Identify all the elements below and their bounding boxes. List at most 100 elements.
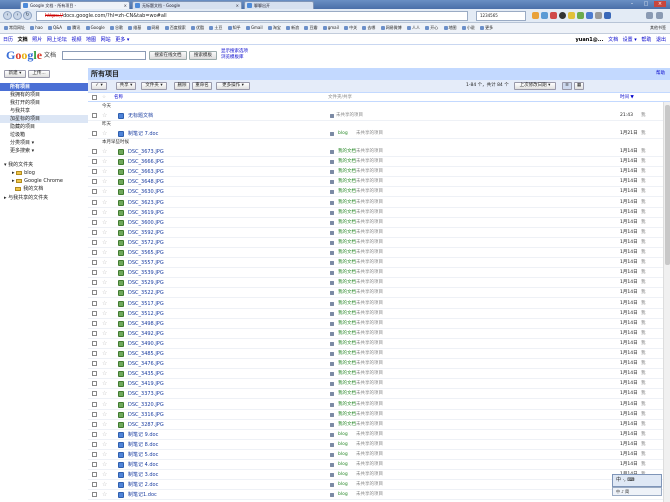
table-row[interactable]: ☆ DSC_3663.JPG 我的文档 未共享的项目 1月14日我 bbox=[88, 167, 670, 178]
file-name-link[interactable]: DSC_3492.JPG bbox=[128, 329, 164, 339]
select-all-checkbox[interactable] bbox=[92, 95, 97, 100]
folder-label[interactable]: 我的文档 bbox=[338, 198, 356, 208]
file-name-link[interactable]: DSC_3630.JPG bbox=[128, 187, 164, 197]
gbar-link[interactable]: 网站 bbox=[101, 35, 111, 45]
file-name-link[interactable]: DSC_3522.JPG bbox=[128, 288, 164, 298]
extension-icon[interactable] bbox=[586, 12, 593, 19]
star-icon[interactable]: ☆ bbox=[102, 157, 107, 167]
table-row[interactable]: ☆ DSC_3490.JPG 我的文档 未共享的项目 1月14日我 bbox=[88, 339, 670, 349]
folder-label[interactable]: 我的文档 bbox=[338, 167, 356, 177]
row-checkbox[interactable] bbox=[92, 462, 97, 468]
share-button[interactable]: 共享 ▾ bbox=[116, 82, 136, 90]
folder-label[interactable]: blog bbox=[338, 470, 348, 480]
row-checkbox[interactable] bbox=[92, 260, 97, 266]
row-checkbox[interactable] bbox=[92, 290, 97, 296]
bookmark-item[interactable]: 谷歌 bbox=[110, 23, 123, 33]
row-checkbox[interactable] bbox=[92, 229, 97, 235]
row-checkbox[interactable] bbox=[92, 340, 97, 346]
browser-tab-untitled[interactable]: 无标题文档 - Google × bbox=[132, 1, 242, 9]
file-name-link[interactable]: DSC_3320.JPG bbox=[128, 400, 164, 410]
bookmark-item[interactable]: Google bbox=[86, 23, 105, 33]
folder-label[interactable]: blog bbox=[338, 480, 348, 490]
folder-label[interactable]: 我的文档 bbox=[338, 379, 356, 389]
folder-label[interactable]: 我的文档 bbox=[338, 147, 356, 157]
table-row[interactable]: ☆ 制笔记 5.doc blog 未共享的项目 1月14日我 bbox=[88, 450, 670, 460]
row-checkbox[interactable] bbox=[92, 209, 97, 215]
file-name-link[interactable]: DSC_3592.JPG bbox=[128, 228, 164, 238]
table-row[interactable]: ☆ 制笔记 4.doc blog 未共享的项目 1月14日我 bbox=[88, 460, 670, 471]
table-row[interactable]: ☆ DSC_3648.JPG 我的文档 未共享的项目 1月14日我 bbox=[88, 177, 670, 188]
table-row[interactable]: ☆ DSC_3498.JPG 我的文档 未共享的项目 1月14日我 bbox=[88, 319, 670, 329]
tab-close-icon[interactable]: × bbox=[236, 2, 239, 9]
more-actions-button[interactable]: 更多操作 ▾ bbox=[216, 82, 250, 90]
address-bar[interactable]: https://docs.google.com/?hl=zh-CN&tab=wo… bbox=[36, 11, 468, 21]
select-dropdown[interactable]: ✓ ▾ bbox=[91, 82, 107, 90]
row-checkbox[interactable] bbox=[92, 401, 97, 407]
file-name-link[interactable]: DSC_3673.JPG bbox=[128, 147, 164, 157]
row-checkbox[interactable] bbox=[92, 219, 97, 225]
folder-label[interactable]: 我的文档 bbox=[338, 329, 356, 339]
table-row[interactable]: ☆制笔记 2.docblog未共享的项目1月14日我 bbox=[88, 480, 670, 491]
table-row[interactable]: ☆ DSC_3316.JPG 我的文档 未共享的项目 1月14日我 bbox=[88, 410, 670, 420]
table-row[interactable]: ☆ DSC_3623.JPG 我的文档 未共享的项目 1月14日我 bbox=[88, 198, 670, 208]
star-icon[interactable]: ☆ bbox=[102, 490, 107, 500]
row-checkbox[interactable] bbox=[92, 351, 97, 356]
star-icon[interactable]: ☆ bbox=[102, 288, 107, 298]
extension-icon[interactable] bbox=[577, 12, 584, 19]
star-icon[interactable]: ☆ bbox=[102, 218, 107, 228]
star-icon[interactable]: ☆ bbox=[102, 208, 107, 218]
row-checkbox[interactable] bbox=[92, 310, 97, 316]
extension-icon[interactable] bbox=[604, 12, 611, 19]
table-row[interactable]: ☆ DSC_3592.JPG 我的文档 未共享的项目 1月14日我 bbox=[88, 228, 670, 238]
gbar-link[interactable]: 视频 bbox=[71, 35, 81, 45]
star-icon[interactable]: ☆ bbox=[102, 248, 107, 258]
star-icon[interactable]: ☆ bbox=[102, 268, 107, 278]
star-icon[interactable]: ☆ bbox=[102, 278, 107, 288]
row-checkbox[interactable] bbox=[92, 492, 97, 498]
file-name-link[interactable]: DSC_3485.JPG bbox=[128, 349, 164, 359]
user-link[interactable]: 文档 bbox=[608, 37, 618, 43]
table-row[interactable]: ☆ DSC_3619.JPG 我的文档 未共享的项目 1月14日我 bbox=[88, 208, 670, 218]
star-icon[interactable]: ☆ bbox=[102, 349, 107, 359]
extension-icon[interactable] bbox=[550, 12, 557, 19]
folder-label[interactable]: 我的文档 bbox=[338, 319, 356, 329]
star-icon[interactable]: ☆ bbox=[102, 369, 107, 379]
user-icon[interactable] bbox=[559, 12, 566, 19]
folder-blog[interactable]: ▸ blog bbox=[12, 169, 35, 177]
folder-label[interactable]: 我的文档 bbox=[338, 177, 356, 187]
folder-label[interactable]: blog bbox=[338, 490, 348, 500]
folder-label[interactable]: 我的文档 bbox=[338, 369, 356, 379]
reload-icon[interactable]: ↻ bbox=[23, 11, 32, 20]
file-name-link[interactable]: DSC_3435.JPG bbox=[128, 369, 164, 379]
file-name-link[interactable]: DSC_3498.JPG bbox=[128, 319, 164, 329]
bookmark-item[interactable]: Gmail bbox=[246, 23, 263, 33]
file-name-link[interactable]: DSC_3419.JPG bbox=[128, 379, 164, 389]
star-icon[interactable]: ☆ bbox=[102, 440, 107, 450]
sidebar-item-more-searches[interactable]: 更多搜索 ▾ bbox=[0, 147, 88, 155]
star-icon[interactable]: ☆ bbox=[102, 111, 107, 121]
star-icon[interactable]: ☆ bbox=[102, 258, 107, 268]
star-icon[interactable]: ☆ bbox=[102, 379, 107, 389]
table-row[interactable]: ☆ DSC_3600.JPG 我的文档 未共享的项目 1月14日我 bbox=[88, 218, 670, 228]
name-column-header[interactable]: 名称 bbox=[114, 93, 123, 102]
row-checkbox[interactable] bbox=[92, 361, 97, 367]
folder-label[interactable]: 我的文档 bbox=[338, 258, 356, 268]
file-name-link[interactable]: DSC_3490.JPG bbox=[128, 339, 164, 349]
folder-label[interactable]: blog bbox=[338, 460, 348, 470]
table-row[interactable]: ☆制笔记1.docblog未共享的项目1月14日我 bbox=[88, 490, 670, 501]
table-row[interactable]: ☆ DSC_3512.JPG 我的文档 未共享的项目 1月14日我 bbox=[88, 309, 670, 319]
docs-search-input[interactable] bbox=[62, 51, 146, 60]
file-name-link[interactable]: 制笔记 5.doc bbox=[128, 450, 158, 460]
table-row[interactable]: ☆ DSC_3666.JPG 我的文档 未共享的项目 1月14日我 bbox=[88, 157, 670, 168]
file-name-link[interactable]: 制笔记 4.doc bbox=[128, 460, 158, 470]
ime-status[interactable]: 中 ♪ 简 bbox=[612, 487, 662, 496]
file-name-link[interactable]: 制笔记 8.doc bbox=[128, 440, 158, 450]
row-checkbox[interactable] bbox=[92, 431, 97, 437]
row-checkbox[interactable] bbox=[92, 411, 97, 417]
row-checkbox[interactable] bbox=[92, 169, 97, 175]
row-checkbox[interactable] bbox=[92, 452, 97, 457]
table-row[interactable]: ☆ 制笔记 8.doc blog 未共享的项目 1月14日我 bbox=[88, 440, 670, 450]
row-checkbox[interactable] bbox=[92, 179, 97, 185]
file-name-link[interactable]: 制笔记 7.doc bbox=[128, 129, 158, 139]
star-icon[interactable]: ☆ bbox=[102, 430, 107, 440]
